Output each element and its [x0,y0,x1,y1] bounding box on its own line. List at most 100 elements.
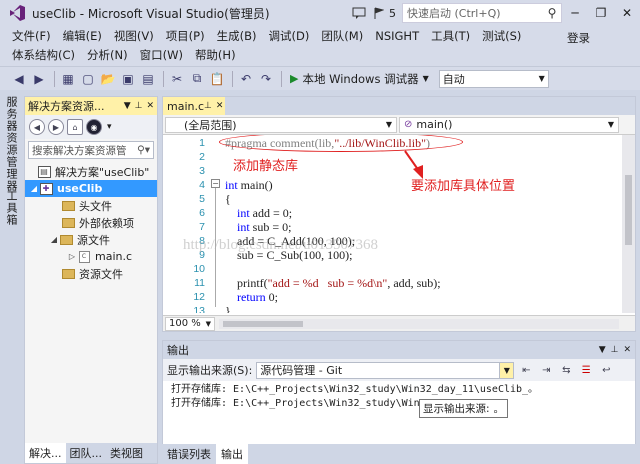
copy-icon[interactable]: ⧉ [188,70,206,88]
settings-icon[interactable]: ▾ [107,122,112,132]
cut-icon[interactable]: ✂ [168,70,186,88]
code-text-area[interactable]: − 1 #pragma comment(lib,"../lib/WinClib.… [163,135,623,313]
new-project-icon[interactable]: ▦ [59,70,77,88]
menu-test[interactable]: 测试(S) [476,28,527,44]
c-file-icon: C [77,250,91,263]
tree-item-folder[interactable]: 外部依赖项 [25,214,157,231]
function-select[interactable]: ⊘ main() ▼ [399,116,619,133]
tree-item-project[interactable]: ◢ ✚ useClib [25,180,157,197]
minimize-button[interactable]: ─ [562,2,588,24]
menu-file[interactable]: 文件(F) [6,28,57,44]
app-title: useClib - Microsoft Visual Studio(管理员) [32,6,270,21]
title-bar: useClib - Microsoft Visual Studio(管理员) 5… [0,0,640,26]
menu-window[interactable]: 窗口(W) [134,47,189,63]
tree-item-folder[interactable]: 资源文件 [25,265,157,282]
back-icon[interactable]: ◀ [10,70,28,88]
previous-message-icon[interactable]: ⇥ [538,362,554,378]
close-icon[interactable]: ✕ [623,345,631,355]
menu-analyze[interactable]: 分析(N) [81,47,134,63]
visual-studio-logo-icon [6,2,28,24]
tree-item-solution[interactable]: ▤ 解决方案"useClib" [25,163,157,180]
dropdown-icon[interactable]: ▼ [124,101,131,111]
chevron-down-icon: ▼ [538,74,545,83]
menu-project[interactable]: 项目(P) [160,28,211,44]
notification-flag-icon[interactable] [369,3,389,23]
solution-search-input[interactable]: 搜索解决方案资源管 ⚲▾ [28,141,154,159]
line-number: 13 [193,305,205,313]
menu-row-secondary: 体系结构(C) 分析(N) 窗口(W) 帮助(H) [6,45,242,65]
menu-nsight[interactable]: NSIGHT [369,29,425,43]
tree-item-folder[interactable]: ◢ 源文件 [25,231,157,248]
pin-icon[interactable]: ⊥ [204,101,212,111]
zoom-select[interactable]: 100 % ▼ [165,316,215,331]
tab-output[interactable]: 输出 [216,444,248,464]
scope-select[interactable]: (全局范围) ▼ [165,116,397,133]
expanded-triangle-icon: ◢ [50,235,58,244]
close-button[interactable]: ✕ [614,2,640,24]
toolbox-tab[interactable]: 工具箱 [3,190,19,226]
save-icon[interactable]: ▣ [119,70,137,88]
forward-icon[interactable]: ▶ [48,119,64,135]
toolbar-separator [281,70,282,87]
close-icon[interactable]: ✕ [216,101,224,111]
restore-button[interactable]: ❐ [588,2,614,24]
tab-label: main.c [167,99,205,113]
tree-item-file[interactable]: ▷ C main.c [25,248,157,265]
menu-row-primary: 文件(F) 编辑(E) 视图(V) 项目(P) 生成(B) 调试(D) 团队(M… [6,26,527,46]
pin-icon[interactable]: ⊥ [611,345,619,355]
find-message-icon[interactable]: ⇤ [518,362,534,378]
zoom-value: 100 % [169,318,201,329]
add-item-icon[interactable]: ▢ [79,70,97,88]
feedback-icon[interactable] [349,3,369,23]
menu-tools[interactable]: 工具(T) [425,28,476,44]
menu-build[interactable]: 生成(B) [211,28,263,44]
tree-item-label: 头文件 [79,199,112,213]
save-all-icon[interactable]: ▤ [139,70,157,88]
tab-main-c[interactable]: main.c ⊥ ✕ [163,97,225,115]
vertical-scrollbar[interactable] [622,135,635,313]
word-wrap-icon[interactable]: ↩ [598,362,614,378]
tab-solution-explorer[interactable]: 解决... [25,443,66,463]
horizontal-scrollbar[interactable] [219,318,619,329]
sync-icon[interactable]: ◉ [86,119,102,135]
output-text[interactable]: 打开存储库: E:\C++_Projects\Win32_study\Win32… [163,381,635,413]
next-message-icon[interactable]: ⇆ [558,362,574,378]
solution-icon: ▤ [37,165,51,178]
tab-team-explorer[interactable]: 团队... [66,443,107,463]
scrollbar-thumb[interactable] [223,320,303,327]
undo-icon[interactable]: ↶ [237,70,255,88]
collapse-toggle-icon[interactable]: − [211,179,220,188]
menu-help[interactable]: 帮助(H) [189,47,242,63]
tree-item-folder[interactable]: 头文件 [25,197,157,214]
annotation-add-static-lib: 添加静态库 [233,159,299,174]
tab-error-list[interactable]: 错误列表 [162,444,216,464]
pin-icon[interactable]: ⊥ [135,101,143,111]
back-icon[interactable]: ◀ [29,119,45,135]
solution-tree: ▤ 解决方案"useClib" ◢ ✚ useClib 头文件 外部依赖项 ◢ … [25,163,157,282]
paste-icon[interactable]: 📋 [208,70,226,88]
menu-view[interactable]: 视图(V) [108,28,160,44]
tab-class-view[interactable]: 类视图 [106,443,147,463]
output-title: 输出 [167,344,189,357]
menu-debug[interactable]: 调试(D) [262,28,315,44]
menu-architecture[interactable]: 体系结构(C) [6,47,81,63]
code-line-text: return 0; [237,289,278,304]
close-icon[interactable]: ✕ [146,101,154,111]
start-debugging-button[interactable]: ▶ 本地 Windows 调试器 ▼ [286,71,433,87]
login-link[interactable]: 登录 [567,30,590,46]
chevron-down-icon: ▼ [205,319,211,328]
menu-edit[interactable]: 编辑(E) [57,28,108,44]
dropdown-icon[interactable]: ▼ [599,345,606,355]
quick-launch-input[interactable]: 快速启动 (Ctrl+Q) ⚲ [402,3,562,23]
solution-configuration-select[interactable]: 自动 ▼ [438,69,549,88]
home-icon[interactable]: ⌂ [67,119,83,135]
redo-icon[interactable]: ↷ [257,70,275,88]
menu-team[interactable]: 团队(M) [315,28,369,44]
scrollbar-thumb[interactable] [625,175,632,245]
forward-icon[interactable]: ▶ [30,70,48,88]
open-file-icon[interactable]: 📂 [99,70,117,88]
server-explorer-tab[interactable]: 服务器资源管理器 [3,96,19,192]
chevron-down-icon: ▼ [499,362,514,378]
clear-all-icon[interactable]: ☰ [578,362,594,378]
output-source-select[interactable]: 源代码管理 - Git ▼ [256,361,515,379]
